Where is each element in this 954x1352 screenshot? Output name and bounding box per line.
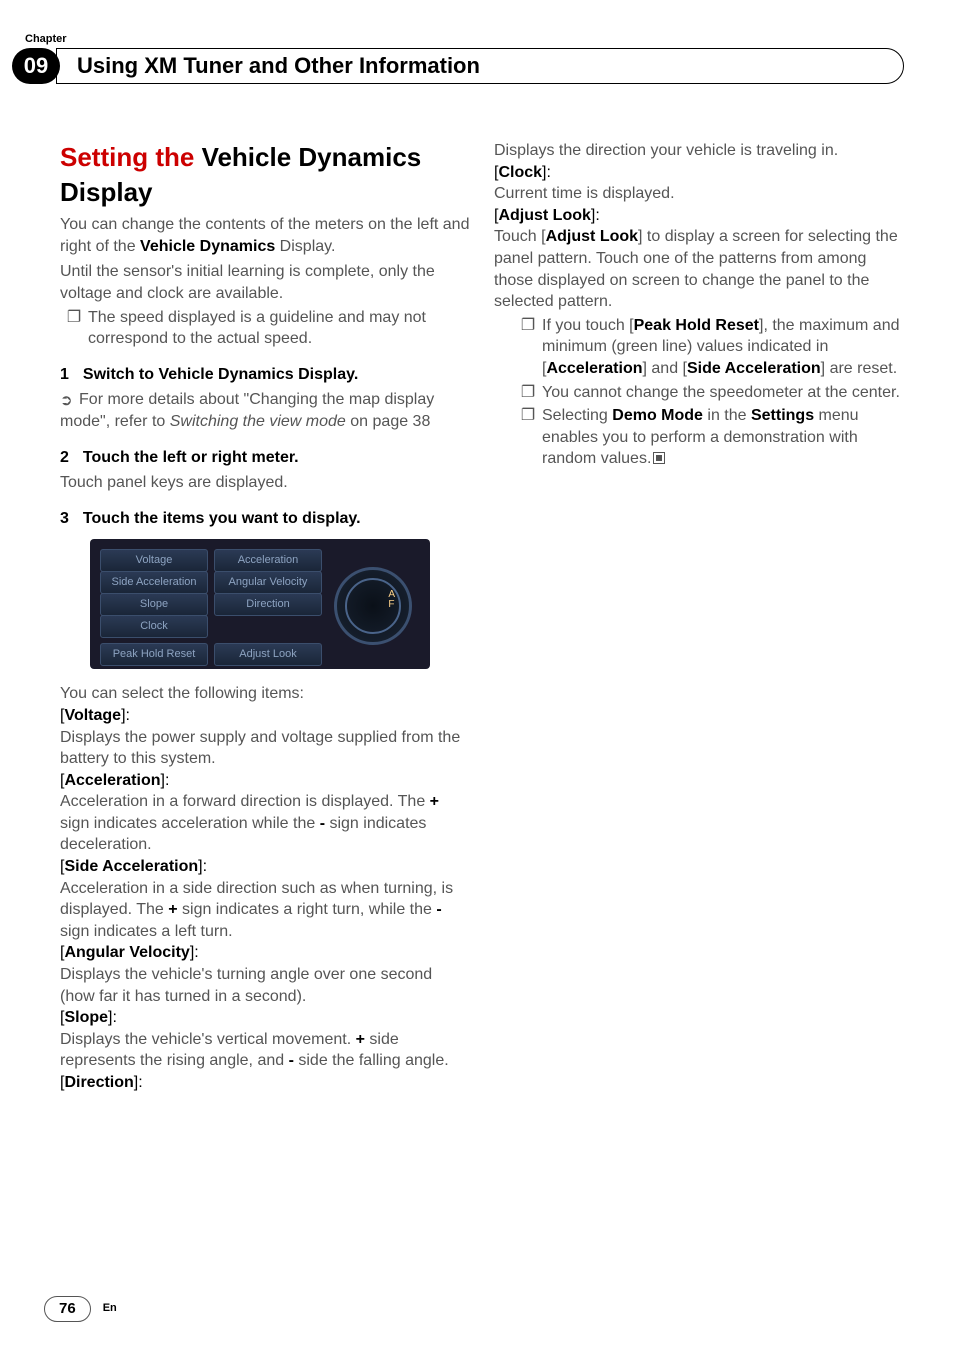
note-demo-mode-text: Selecting Demo Mode in the Settings menu…: [542, 405, 904, 470]
section-heading: Setting the Vehicle Dynamics Display: [60, 140, 470, 210]
ss-btn-adjust-look: Adjust Look: [214, 643, 322, 666]
item-acceleration-body: Acceleration in a forward direction is d…: [60, 791, 470, 856]
device-screenshot: Voltage Acceleration Side Acceleration A…: [90, 539, 430, 669]
note-peak-reset-text: If you touch [Peak Hold Reset], the maxi…: [542, 315, 904, 380]
ss-btn-clock: Clock: [100, 615, 208, 638]
ss-btn-angular-velocity: Angular Velocity: [214, 571, 322, 594]
intro-para-1: You can change the contents of the meter…: [60, 214, 470, 257]
page-footer: 76 En: [44, 1296, 117, 1322]
ss-btn-voltage: Voltage: [100, 549, 208, 572]
note-text: The speed displayed is a guideline and m…: [88, 307, 470, 350]
link-arrow-icon: ➲: [60, 391, 73, 411]
item-direction: [Direction]:: [60, 1072, 470, 1094]
note-icon: ❐: [514, 405, 542, 470]
end-section-icon: [653, 452, 665, 464]
page-number: 76: [44, 1296, 91, 1322]
item-voltage-body: Displays the power supply and voltage su…: [60, 727, 470, 770]
step-2: 2Touch the left or right meter.: [60, 447, 470, 469]
note-center-speedo-text: You cannot change the speedometer at the…: [542, 382, 904, 404]
note-demo-mode: ❐ Selecting Demo Mode in the Settings me…: [514, 405, 904, 470]
chapter-label: Chapter: [25, 32, 67, 47]
item-direction-body: Displays the direction your vehicle is t…: [494, 140, 904, 162]
item-adjust-look-body: Touch [Adjust Look] to display a screen …: [494, 226, 904, 312]
intro-para-2: Until the sensor's initial learning is c…: [60, 261, 470, 304]
item-angular-velocity: [Angular Velocity]:: [60, 942, 470, 964]
ss-btn-side-acceleration: Side Acceleration: [100, 571, 208, 594]
items-intro: You can select the following items:: [60, 683, 470, 705]
step-2-body: Touch panel keys are displayed.: [60, 472, 470, 494]
item-voltage: [Voltage]:: [60, 705, 470, 727]
item-side-acceleration: [Side Acceleration]:: [60, 856, 470, 878]
right-column: Displays the direction your vehicle is t…: [494, 140, 904, 1094]
ss-btn-direction: Direction: [214, 593, 322, 616]
page-header: Using XM Tuner and Other Information: [56, 48, 904, 84]
item-adjust-look: [Adjust Look]:: [494, 205, 904, 227]
item-angular-velocity-body: Displays the vehicle's turning angle ove…: [60, 964, 470, 1007]
note-icon: ❐: [60, 307, 88, 350]
item-slope-body: Displays the vehicle's vertical movement…: [60, 1029, 470, 1072]
item-acceleration: [Acceleration]:: [60, 770, 470, 792]
ss-btn-acceleration: Acceleration: [214, 549, 322, 572]
note-bullet: ❐ The speed displayed is a guideline and…: [60, 307, 470, 350]
item-side-acceleration-body: Acceleration in a side direction such as…: [60, 878, 470, 943]
chapter-number-badge: 09: [12, 48, 60, 84]
ss-btn-peak-hold-reset: Peak Hold Reset: [100, 643, 208, 666]
item-slope: [Slope]:: [60, 1007, 470, 1029]
left-column: Setting the Vehicle Dynamics Display You…: [60, 140, 470, 1094]
step-3: 3Touch the items you want to display.: [60, 508, 470, 530]
step-1: 1Switch to Vehicle Dynamics Display.: [60, 364, 470, 386]
heading-red: Setting the: [60, 142, 202, 172]
ss-btn-slope: Slope: [100, 593, 208, 616]
step-1-body: ➲ For more details about "Changing the m…: [60, 389, 470, 432]
item-clock: [Clock]:: [494, 162, 904, 184]
note-icon: ❐: [514, 315, 542, 380]
ss-gauge: AF: [334, 567, 412, 645]
page-language: En: [103, 1301, 117, 1316]
note-icon: ❐: [514, 382, 542, 404]
note-peak-reset: ❐ If you touch [Peak Hold Reset], the ma…: [514, 315, 904, 380]
item-clock-body: Current time is displayed.: [494, 183, 904, 205]
note-center-speedo: ❐ You cannot change the speedometer at t…: [514, 382, 904, 404]
